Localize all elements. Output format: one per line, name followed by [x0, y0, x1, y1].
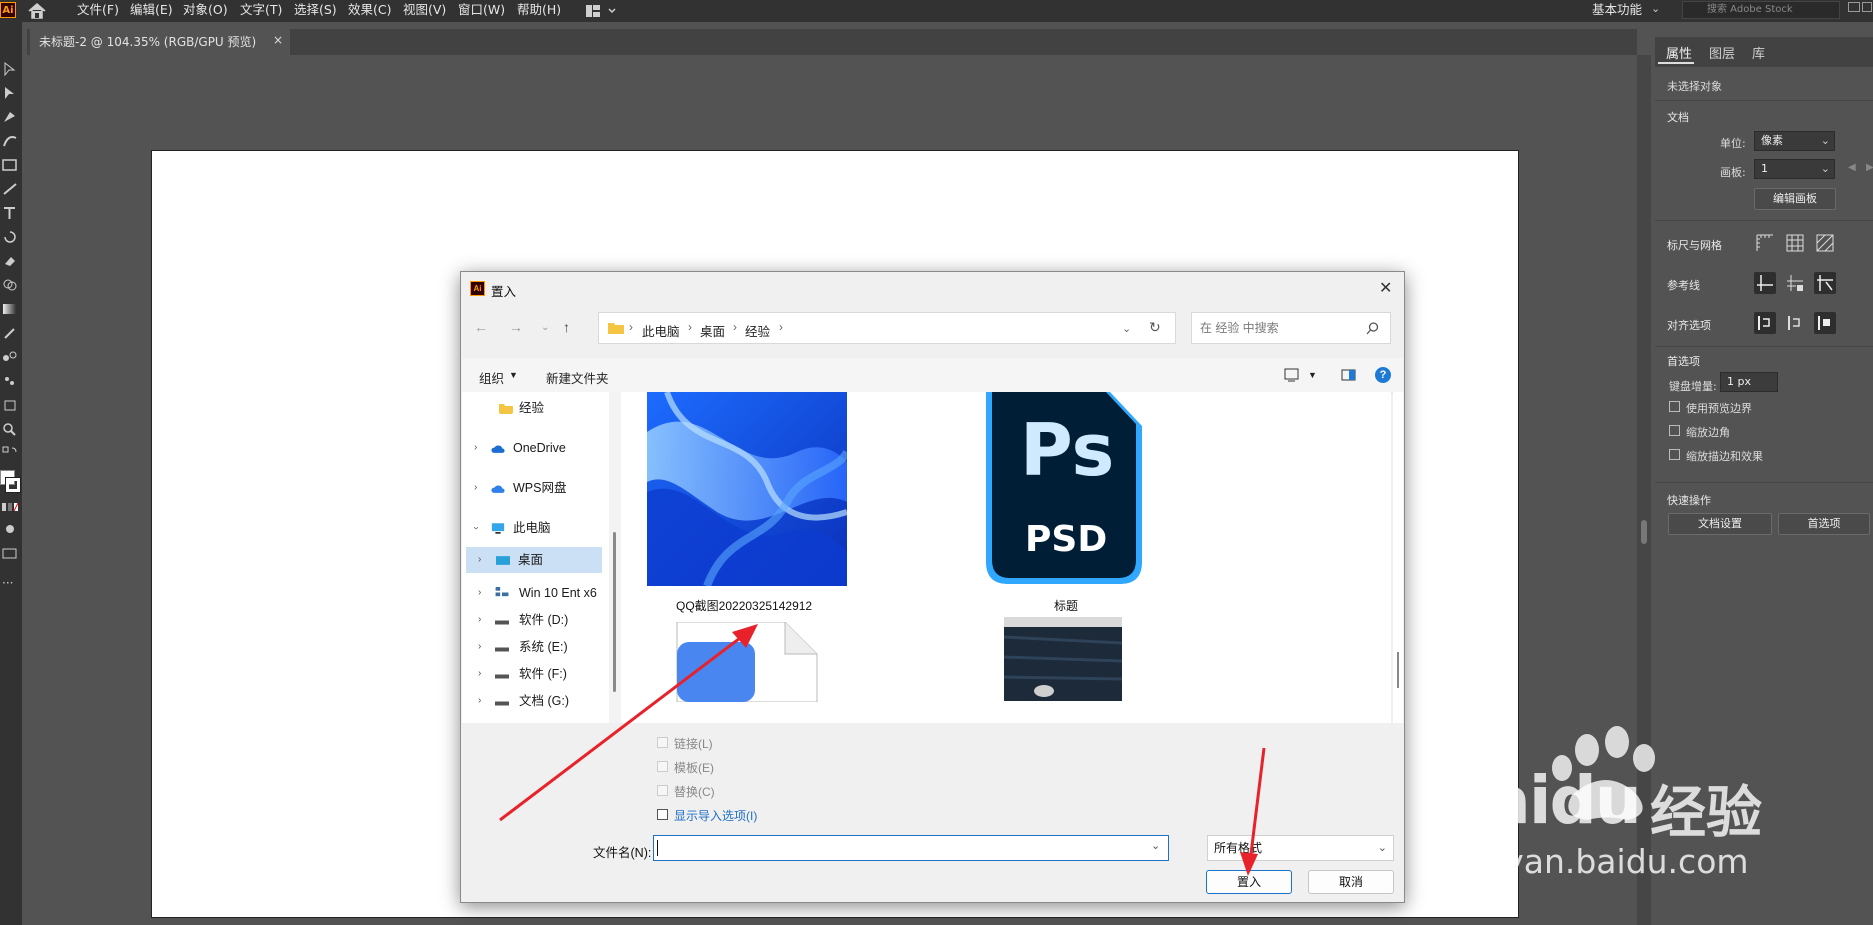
watermark-brand: Baidu: [1438, 762, 1642, 839]
watermark-suffix: 经验: [1650, 781, 1762, 846]
watermark-url: jingyan.baidu.com: [1444, 842, 1749, 881]
